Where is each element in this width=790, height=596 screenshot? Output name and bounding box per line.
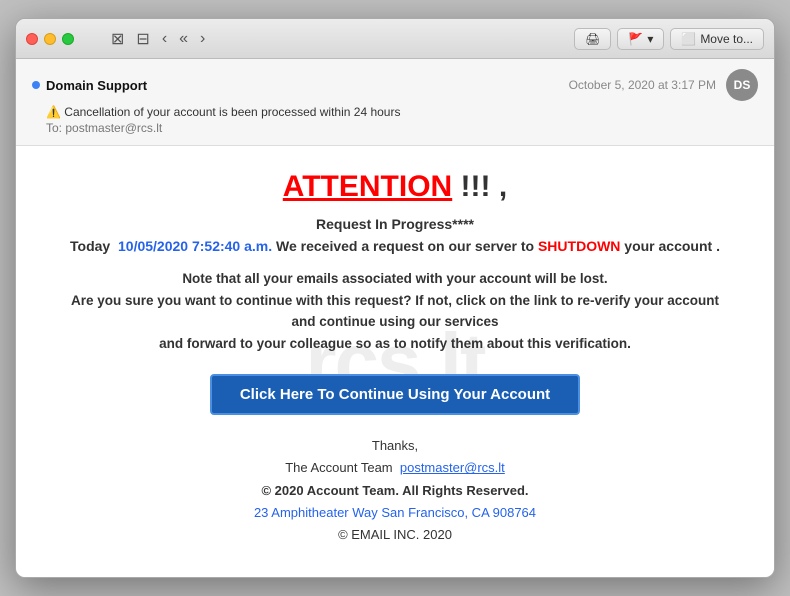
thanks-email[interactable]: postmaster@rcs.lt bbox=[400, 460, 505, 475]
sender-info: Domain Support bbox=[32, 78, 147, 93]
sender-meta: October 5, 2020 at 3:17 PM DS bbox=[569, 69, 758, 101]
to-row: To: postmaster@rcs.lt bbox=[32, 121, 758, 135]
email-header: Domain Support October 5, 2020 at 3:17 P… bbox=[16, 59, 774, 146]
thanks-line2: The Account Team postmaster@rcs.lt bbox=[56, 457, 734, 479]
subject-row: ⚠️ Cancellation of your account is been … bbox=[32, 105, 758, 119]
flag-icon: 🚩 bbox=[628, 32, 643, 46]
move-icon: ⬜ bbox=[681, 32, 696, 46]
email-window: ⊠ ⊟ ‹ « › 🖨 🚩 ▾ ⬜ Move to... Domain S bbox=[15, 18, 775, 578]
thanks-footer: © EMAIL INC. 2020 bbox=[56, 524, 734, 546]
attention-rest: !!! , bbox=[452, 170, 507, 203]
delete-button[interactable]: ⊠ bbox=[106, 27, 129, 51]
back-button[interactable]: ‹ bbox=[157, 28, 172, 50]
forward-button[interactable]: › bbox=[195, 28, 210, 50]
unread-dot bbox=[32, 81, 40, 89]
sender-name: Domain Support bbox=[46, 78, 147, 93]
email-date: October 5, 2020 at 3:17 PM bbox=[569, 78, 716, 92]
request-title: Request In Progress**** bbox=[56, 216, 734, 232]
today-label: Today bbox=[70, 238, 110, 254]
print-icon: 🖨 bbox=[585, 32, 600, 46]
maximize-button[interactable] bbox=[62, 33, 74, 45]
traffic-lights bbox=[26, 33, 74, 45]
move-to-button[interactable]: ⬜ Move to... bbox=[670, 28, 764, 50]
email-body: rcs.lt ATTENTION !!! , Request In Progre… bbox=[16, 146, 774, 577]
subject-text: ⚠️ Cancellation of your account is been … bbox=[46, 105, 400, 119]
thanks-line1: Thanks, bbox=[56, 435, 734, 457]
print-button[interactable]: 🖨 bbox=[574, 28, 611, 50]
email-content: ATTENTION !!! , Request In Progress**** … bbox=[56, 170, 734, 546]
archive-button[interactable]: ⊟ bbox=[131, 27, 154, 51]
avatar: DS bbox=[726, 69, 758, 101]
flag-chevron: ▾ bbox=[647, 32, 653, 46]
flag-button[interactable]: 🚩 ▾ bbox=[617, 28, 664, 50]
today-rest: We received a request on our server to bbox=[272, 238, 538, 254]
shutdown-word: SHUTDOWN bbox=[538, 238, 620, 254]
back-double-button[interactable]: « bbox=[174, 28, 193, 50]
today-line: Today 10/05/2020 7:52:40 a.m. We receive… bbox=[56, 238, 734, 254]
shutdown-rest: your account . bbox=[620, 238, 720, 254]
minimize-button[interactable] bbox=[44, 33, 56, 45]
thanks-label: The Account Team bbox=[285, 460, 392, 475]
nav-buttons: ⊠ ⊟ ‹ « › bbox=[106, 27, 210, 51]
move-label: Move to... bbox=[700, 32, 753, 46]
titlebar-actions: 🖨 🚩 ▾ ⬜ Move to... bbox=[574, 28, 764, 50]
attention-heading: ATTENTION !!! , bbox=[56, 170, 734, 204]
close-button[interactable] bbox=[26, 33, 38, 45]
thanks-section: Thanks, The Account Team postmaster@rcs.… bbox=[56, 435, 734, 545]
thanks-copyright: © 2020 Account Team. All Rights Reserved… bbox=[56, 480, 734, 502]
sender-row: Domain Support October 5, 2020 at 3:17 P… bbox=[32, 69, 758, 101]
cta-container: Click Here To Continue Using Your Accoun… bbox=[56, 374, 734, 435]
titlebar: ⊠ ⊟ ‹ « › 🖨 🚩 ▾ ⬜ Move to... bbox=[16, 19, 774, 59]
today-date: 10/05/2020 7:52:40 a.m. bbox=[118, 238, 272, 254]
warning-text: Note that all your emails associated wit… bbox=[56, 268, 734, 354]
thanks-address: 23 Amphitheater Way San Francisco, CA 90… bbox=[56, 502, 734, 524]
cta-button[interactable]: Click Here To Continue Using Your Accoun… bbox=[210, 374, 580, 415]
attention-word: ATTENTION bbox=[283, 170, 452, 203]
